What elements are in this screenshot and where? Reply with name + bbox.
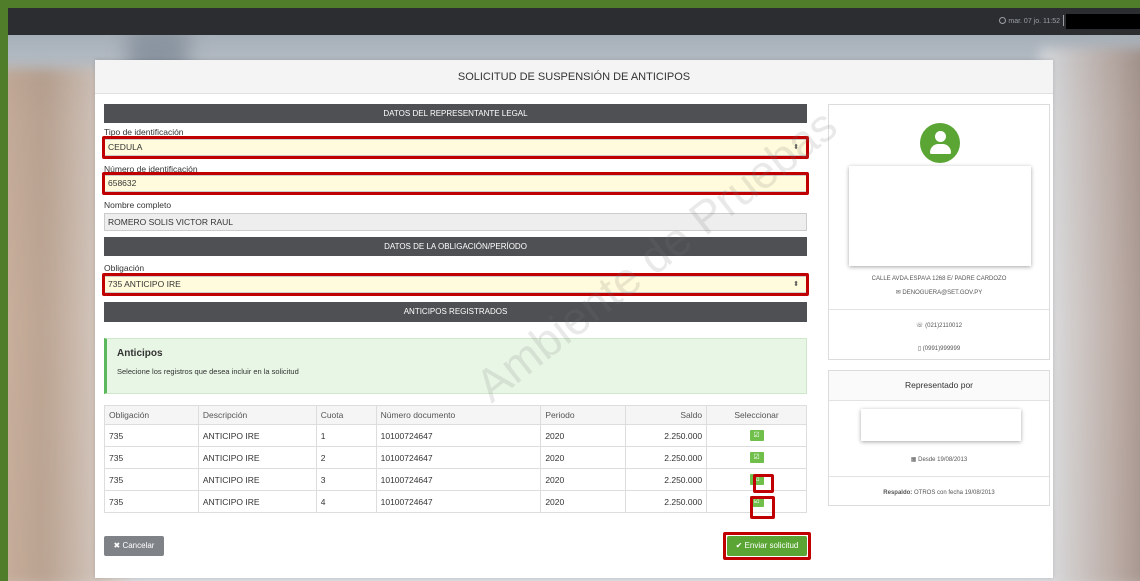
page-header: SOLICITUD DE SUSPENSIÓN DE ANTICIPOS [95,60,1053,94]
cell-descripcion: ANTICIPO IRE [197,490,317,513]
highlight-box [102,136,809,159]
column-header: Saldo [625,405,708,425]
address-text: CALLE AVDA.ESPA\A 1268 E/ PADRE CARDOZO [871,276,1007,282]
obligacion-label: Obligación [104,263,145,273]
divider [829,309,1049,310]
cancel-button[interactable]: ✖ Cancelar [104,536,164,556]
cell-numero-documento: 10100724647 [375,490,542,513]
background-blur [1040,48,1140,581]
clock-text: mar. 07 jo. 11:52 [1008,18,1060,25]
respaldo-value: OTROS con fecha 19/08/2013 [913,490,995,496]
cell-saldo: 2.250.000 [625,446,708,469]
section-anticipos: ANTICIPOS REGISTRADOS [104,302,807,322]
photo-placeholder [849,166,1031,266]
column-header: Periodo [540,405,627,425]
represented-by-title: Representado por [829,371,1049,401]
cell-obligacion: 735 [104,490,199,513]
cell-cuota: 3 [315,468,377,491]
column-header: Cuota [315,405,377,425]
top-bar: mar. 07 jo. 11:52 [8,8,1140,35]
cell-numero-documento: 10100724647 [375,446,542,469]
since-date: ▦ Desde 19/08/2013 [910,457,968,463]
user-avatar-icon [920,123,960,163]
redacted-user-name [1066,14,1140,29]
column-header: Obligación [104,405,199,425]
respaldo-text: Respaldo: OTROS con fecha 19/08/2013 [829,490,1049,496]
cell-cuota: 4 [315,490,377,513]
cell-descripcion: ANTICIPO IRE [197,424,317,447]
section-representante: DATOS DEL REPRESENTANTE LEGAL [104,104,807,123]
cell-seleccionar: ☑ [706,424,807,447]
clock: mar. 07 jo. 11:52 [999,17,1060,25]
alert-title: Anticipos [117,348,163,359]
cell-saldo: 2.250.000 [625,490,708,513]
page-title: SOLICITUD DE SUSPENSIÓN DE ANTICIPOS [457,71,691,83]
cell-periodo: 2020 [540,468,627,491]
cell-saldo: 2.250.000 [625,468,708,491]
cell-seleccionar: ☑ [706,446,807,469]
contact-card: CALLE AVDA.ESPA\A 1268 E/ PADRE CARDOZO … [828,104,1050,360]
cell-saldo: 2.250.000 [625,424,708,447]
cell-obligacion: 735 [104,468,199,491]
highlight-box [723,532,811,560]
select-row-checkbox[interactable]: ☑ [749,430,764,442]
table-row: 735 ANTICIPO IRE 4 10100724647 2020 2.25… [104,490,807,513]
request-form-panel: SOLICITUD DE SUSPENSIÓN DE ANTICIPOS DAT… [95,60,1053,578]
respaldo-label: Respaldo: [883,490,913,496]
cell-descripcion: ANTICIPO IRE [197,468,317,491]
table-row: 735 ANTICIPO IRE 3 10100724647 2020 2.25… [104,468,807,491]
section-obligacion: DATOS DE LA OBLIGACIÓN/PERÍODO [104,237,807,256]
cell-numero-documento: 10100724647 [375,468,542,491]
nombre-completo-label: Nombre completo [104,200,172,210]
cell-obligacion: 735 [104,424,199,447]
cell-cuota: 1 [315,424,377,447]
represented-by-card: Representado por ▦ Desde 19/08/2013 Resp… [828,370,1050,506]
highlight-box [750,496,775,519]
highlight-box [102,172,809,195]
anticipos-table: Obligación Descripción Cuota Número docu… [104,405,807,513]
cell-descripcion: ANTICIPO IRE [197,446,317,469]
table-row: 735 ANTICIPO IRE 2 10100724647 2020 2.25… [104,446,807,469]
phone-text: ☏ (021)2110012 [915,323,963,329]
table-header-row: Obligación Descripción Cuota Número docu… [104,405,807,425]
cell-periodo: 2020 [540,424,627,447]
select-row-checkbox[interactable]: ☑ [749,452,764,464]
alert-message: Selecione los registros que desea inclui… [117,367,299,376]
cell-cuota: 2 [315,446,377,469]
column-header: Número documento [375,405,542,425]
column-header: Descripción [197,405,317,425]
divider [829,476,1049,477]
cell-obligacion: 735 [104,446,199,469]
email-text: ✉ DENOGUERA@SET.GOV.PY [895,290,983,296]
representative-name-placeholder [861,409,1021,441]
user-icon[interactable] [1063,15,1064,26]
clock-icon [999,17,1007,24]
table-row: 735 ANTICIPO IRE 1 10100724647 2020 2.25… [104,424,807,447]
nombre-completo-field: ROMERO SOLIS VICTOR RAUL [104,213,807,231]
cell-periodo: 2020 [540,490,627,513]
desktop-screen: mar. 07 jo. 11:52 SOLICITUD DE SUSPENSIÓ… [8,8,1140,581]
cell-numero-documento: 10100724647 [375,424,542,447]
cell-periodo: 2020 [540,446,627,469]
mobile-text: ▯ (0991)999999 [917,346,961,352]
highlight-box [102,273,809,296]
column-header: Seleccionar [706,405,807,425]
highlight-box [753,474,774,493]
anticipos-alert: Anticipos Selecione los registros que de… [104,338,807,394]
